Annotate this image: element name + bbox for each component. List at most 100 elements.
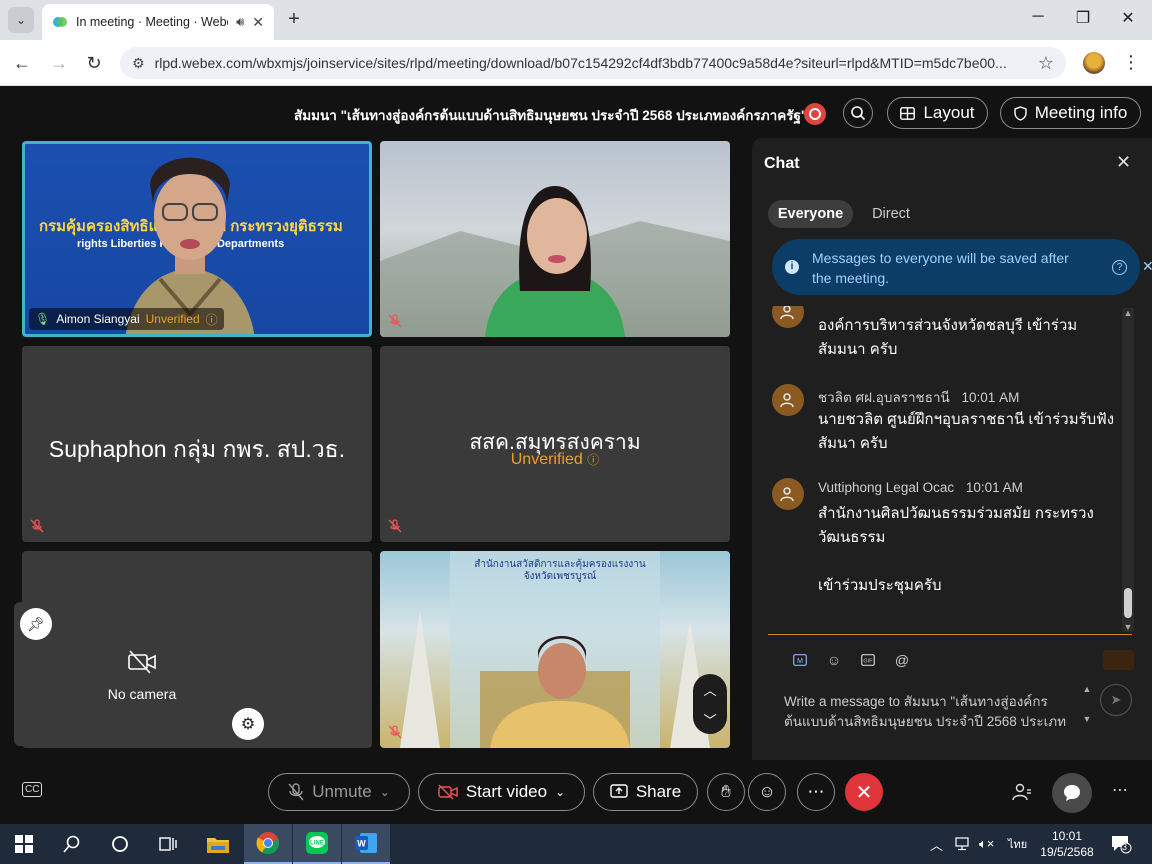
send-icon[interactable]: ➤: [1100, 684, 1132, 716]
more-icon[interactable]: ⋯: [1112, 780, 1128, 800]
chat-scrollbar[interactable]: ▲ ▼: [1122, 308, 1134, 632]
pin-icon[interactable]: 📌︎: [20, 608, 52, 640]
mention-icon[interactable]: @: [894, 652, 910, 668]
scroll-down-icon[interactable]: ▼: [1122, 622, 1134, 632]
clock-time: 10:01: [1051, 829, 1083, 843]
browser-toolbar: ← → ↻ ⚙︎ rlpd.webex.com/wbxmjs/joinservi…: [0, 40, 1152, 86]
help-icon[interactable]: ?: [1112, 260, 1127, 275]
video-tile-sorkor[interactable]: สสค.สมุทรสงคราม Unverified ⓘ: [380, 346, 730, 542]
browser-tab-webex[interactable]: In meeting · Meeting · Webex 🔊︎ ✕: [42, 4, 274, 40]
reactions-icon[interactable]: ☺: [748, 773, 786, 811]
participants-icon[interactable]: [1012, 782, 1032, 807]
input-language[interactable]: ไทย: [1008, 824, 1027, 864]
participant-name: Aimon Siangyai: [56, 312, 140, 326]
tab-everyone[interactable]: Everyone: [768, 200, 853, 228]
emoji-icon[interactable]: ☺: [826, 652, 842, 668]
bookmark-star-icon[interactable]: ☆: [1038, 53, 1054, 74]
network-icon[interactable]: [955, 824, 973, 864]
chat-toggle-button[interactable]: [1052, 773, 1092, 813]
gif-icon[interactable]: GIF: [860, 652, 876, 668]
profile-avatar[interactable]: [1083, 52, 1105, 74]
unverified-label: Unverified: [510, 451, 583, 468]
chevron-down-icon[interactable]: ⌄: [380, 785, 390, 799]
scroll-up-icon[interactable]: ▲: [1122, 308, 1134, 318]
avatar: [772, 384, 804, 416]
url-text[interactable]: rlpd.webex.com/wbxmjs/joinservice/sites/…: [155, 55, 1028, 71]
avatar: [772, 478, 804, 510]
close-window-icon[interactable]: ✕: [1116, 8, 1140, 28]
video-tile-aimon[interactable]: กรมคุ้มครองสิทธิและเสรีภาพ กระทรวงยุติธร…: [22, 141, 372, 337]
compose-toolbar: M ☺ GIF @: [792, 652, 910, 668]
video-tile-suphaphon[interactable]: Suphaphon กลุ่ม กพร. สป.วธ.: [22, 346, 372, 542]
windows-taskbar: LINE W ︿ 🔈︎× ไทย 10:01 19/5/2568 3: [0, 824, 1152, 864]
scroll-thumb[interactable]: [1124, 588, 1132, 618]
close-icon[interactable]: ✕: [1116, 152, 1131, 173]
audio-playing-icon[interactable]: 🔊︎: [236, 14, 244, 30]
file-explorer-icon[interactable]: [194, 824, 242, 864]
color-swatch[interactable]: [1103, 650, 1134, 670]
message-time: 10:01 AM: [961, 390, 1020, 405]
raise-hand-icon[interactable]: ✋︎: [707, 773, 745, 811]
help-icon[interactable]: ⓘ: [587, 453, 599, 467]
svg-text:LINE: LINE: [310, 841, 324, 847]
markdown-icon[interactable]: M: [792, 652, 808, 668]
layout-label: Layout: [923, 103, 975, 122]
windows-start-icon[interactable]: [0, 824, 48, 864]
compose-scrollbar[interactable]: ▲ ▼: [1082, 684, 1092, 732]
layout-button[interactable]: Layout: [887, 97, 988, 129]
settings-gear-icon[interactable]: ⚙︎: [232, 708, 264, 740]
chevron-up-icon[interactable]: ︿: [703, 680, 716, 699]
site-settings-icon[interactable]: ⚙︎: [132, 55, 145, 72]
taskbar-clock[interactable]: 10:01 19/5/2568: [1040, 828, 1094, 860]
minimize-icon[interactable]: ─: [1026, 8, 1050, 26]
new-tab-icon[interactable]: +: [282, 8, 306, 32]
chevron-down-icon[interactable]: ﹀: [703, 710, 716, 729]
grid-scroll-control[interactable]: ︿ ﹀: [693, 674, 727, 734]
end-call-button[interactable]: ✕: [845, 773, 883, 811]
close-tab-icon[interactable]: ✕: [252, 14, 264, 31]
reload-icon[interactable]: ↻: [82, 52, 106, 74]
line-app-icon[interactable]: LINE: [293, 824, 341, 864]
chevron-down-icon[interactable]: ⌄: [555, 785, 565, 799]
mic-muted-icon: [388, 725, 402, 742]
message-body: นายชวลิต ศูนย์ฝึกฯอุบลราชธานี เข้าร่วมรั…: [818, 411, 1115, 452]
video-tile-participant[interactable]: [380, 141, 730, 337]
browser-tab-title: In meeting · Meeting · Webex: [76, 15, 229, 29]
tab-search-chevron-icon[interactable]: ⌄: [8, 7, 34, 33]
back-arrow-icon[interactable]: ←: [10, 52, 34, 74]
share-button[interactable]: Share: [593, 773, 698, 811]
participant-name: Suphaphon กลุ่ม กพร. สป.วธ.: [48, 436, 346, 462]
closed-captions-icon[interactable]: CC: [22, 782, 43, 797]
notifications-icon[interactable]: 3: [1110, 824, 1132, 864]
task-view-icon[interactable]: [144, 824, 192, 864]
volume-muted-icon[interactable]: 🔈︎×: [979, 824, 994, 864]
tab-direct[interactable]: Direct: [860, 200, 922, 228]
help-icon[interactable]: ⓘ: [206, 311, 218, 328]
more-options-icon[interactable]: ⋯: [797, 773, 835, 811]
dismiss-notice-icon[interactable]: ✕: [1142, 258, 1152, 275]
show-hidden-icons[interactable]: ︿: [930, 824, 943, 864]
start-video-button[interactable]: Start video ⌄: [418, 773, 585, 811]
address-bar[interactable]: ⚙︎ rlpd.webex.com/wbxmjs/joinservice/sit…: [120, 47, 1066, 79]
mic-on-icon: 🎙︎: [35, 312, 51, 326]
meeting-info-label: Meeting info: [1034, 103, 1128, 122]
word-app-icon[interactable]: W: [342, 824, 390, 864]
chrome-taskbar-icon[interactable]: [244, 824, 292, 864]
cortana-icon[interactable]: [96, 824, 144, 864]
mic-muted-icon: [288, 783, 304, 801]
search-icon[interactable]: [48, 824, 96, 864]
clock-date: 19/5/2568: [1040, 845, 1094, 859]
save-notice-text: Messages to everyone will be saved after…: [812, 250, 1069, 286]
browser-menu-icon[interactable]: ⋮: [1122, 52, 1140, 73]
message-header: Vuttiphong Legal Ocac 10:01 AM: [818, 480, 1023, 495]
chat-title: Chat: [764, 155, 800, 172]
recording-icon[interactable]: [804, 103, 826, 125]
unmute-button[interactable]: Unmute ⌄: [268, 773, 410, 811]
restore-icon[interactable]: ❐: [1071, 8, 1095, 28]
video-tile-phetchabun[interactable]: สำนักงานสวัสดิการและคุ้มครองแรงงาน จังหว…: [380, 551, 730, 748]
message-input[interactable]: Write a message to สัมมนา "เส้นทางสู่องค…: [784, 692, 1084, 732]
meeting-info-button[interactable]: Meeting info: [1000, 97, 1141, 129]
forward-arrow-icon[interactable]: →: [47, 52, 71, 74]
zoom-icon[interactable]: [843, 98, 873, 128]
self-view[interactable]: 📌︎ No camera ⚙︎: [14, 602, 270, 746]
